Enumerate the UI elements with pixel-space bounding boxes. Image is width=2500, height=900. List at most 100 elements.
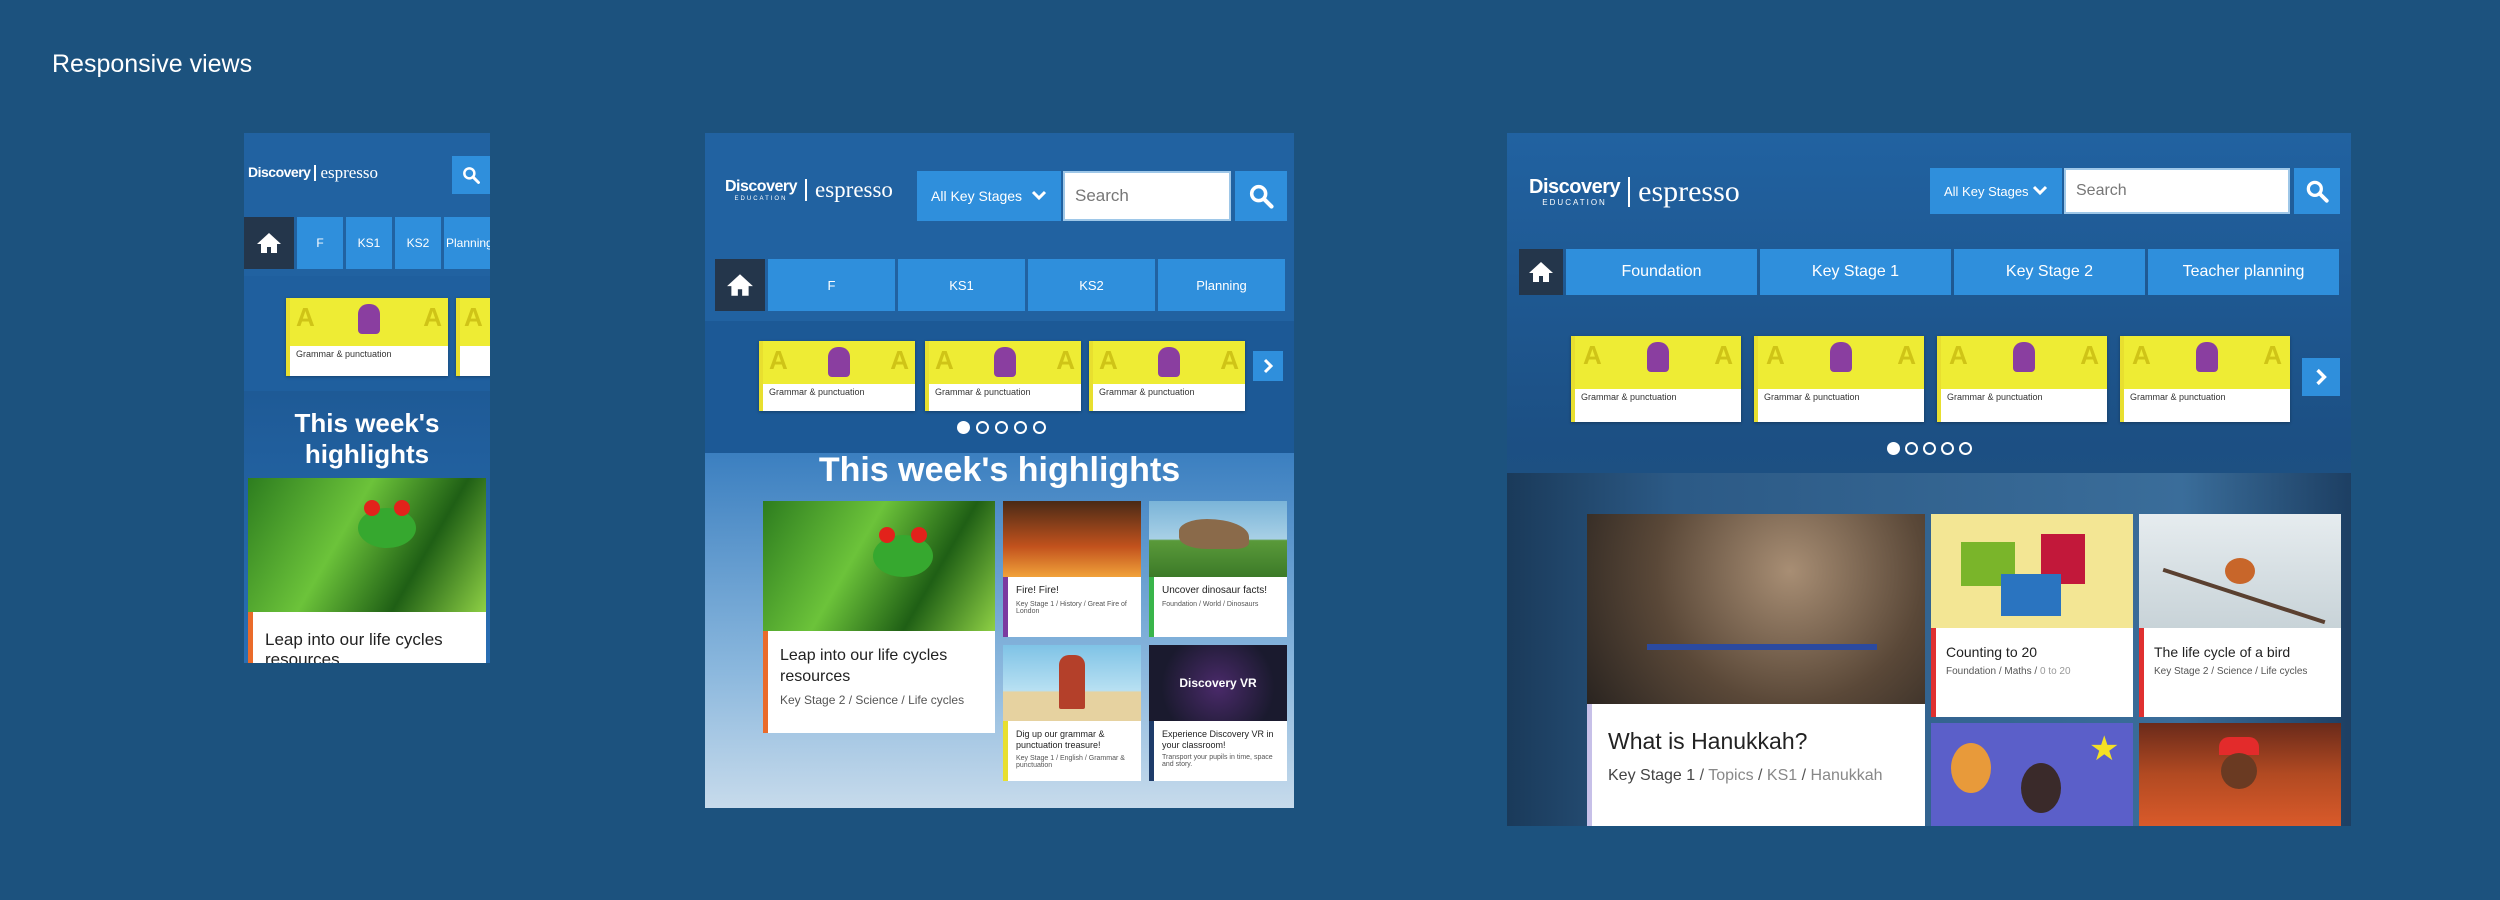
highlight-tile-counting[interactable]: Counting to 20 Foundation / Maths / 0 to… [1931,514,2133,717]
grammar-image [1003,645,1141,721]
search-icon [1249,184,1274,209]
home-icon [727,274,753,296]
nav-item-f[interactable]: F [768,259,895,311]
main-nav: Foundation Key Stage 1 Key Stage 2 Teach… [1519,249,2339,295]
tile-meta: Key Stage 1 / English / Grammar & punctu… [1016,755,1125,769]
dinosaur-image [1149,501,1287,577]
vr-image: Discovery VR [1149,645,1287,721]
highlight-tile-fire[interactable]: Fire! Fire! Key Stage 1 / History / Grea… [1003,501,1141,637]
card-thumbnail: AA [290,298,448,347]
card-label: Grammar & punctuation [1581,392,1677,403]
highlight-tile-vr[interactable]: Discovery VR Experience Discovery VR in … [1149,645,1287,781]
logo-espresso: espresso [320,163,379,182]
frog-image [248,478,486,612]
meta-path: Foundation / Maths / [1946,666,2040,677]
carousel-dots [1887,442,1972,455]
home-button[interactable] [715,259,765,311]
key-stage-select[interactable]: All Key Stages [917,171,1061,221]
carousel-dot[interactable] [995,421,1008,434]
logo-espresso: espresso [1638,175,1740,208]
carousel-card[interactable]: AA Grammar & punctuation [286,298,448,376]
nav-item-key-stage-2[interactable]: Key Stage 2 [1954,249,2145,295]
logo-discovery: Discovery [248,164,311,180]
highlight-tile-kings[interactable]: ★ [1931,723,2133,826]
nav-item-ks1[interactable]: KS1 [346,217,392,269]
meta-topic-link[interactable]: 0 to 20 [2040,666,2071,677]
brand-logo[interactable]: Discovery espresso [248,163,378,183]
carousel-card[interactable]: AA Grammar & punctuation [1571,336,1741,422]
carousel-card[interactable]: AA Grammar & punctuation [1089,341,1245,411]
carousel-card[interactable]: AA Grammar & punctuation [1937,336,2107,422]
search-input[interactable]: Search [2064,168,2290,214]
key-stage-select[interactable]: All Key Stages [1930,168,2062,214]
carousel-card[interactable]: AA Grammar & punctuation [759,341,915,411]
tile-text: Counting to 20 Foundation / Maths / 0 to… [1931,628,2133,717]
highlight-tile-bird[interactable]: The life cycle of a bird Key Stage 2 / S… [2139,514,2341,717]
brand-logo[interactable]: Discovery EDUCATION espresso [725,177,893,203]
home-button[interactable] [244,217,294,269]
nav-item-ks2[interactable]: KS2 [395,217,441,269]
highlight-tile-dinosaur[interactable]: Uncover dinosaur facts! Foundation / Wor… [1149,501,1287,637]
main-nav: F KS1 KS2 Planning [244,217,490,269]
search-button[interactable] [2294,168,2340,214]
brand-logo[interactable]: Discovery EDUCATION espresso [1529,175,1740,209]
highlight-tile-christmas[interactable] [2139,723,2341,826]
meta-topics-link[interactable]: Topics [1708,767,1753,784]
meta-ks1-link[interactable]: KS1 [1767,767,1797,784]
nav-item-ks2[interactable]: KS2 [1028,259,1155,311]
nav-item-foundation[interactable]: Foundation [1566,249,1757,295]
tile-title: Experience Discovery VR in your classroo… [1162,729,1274,750]
card-label: Grammar & punctuation [769,387,865,398]
carousel-dot[interactable] [1959,442,1972,455]
carousel-card[interactable]: AA Grammar & punctuation [925,341,1081,411]
tile-meta: Foundation / Maths / 0 to 20 [1946,666,2123,677]
highlight-tile-frog[interactable]: Leap into our life cycles resources Key … [763,501,995,733]
card-label: Grammar & punctuation [296,349,392,360]
highlight-tile-frog[interactable]: Leap into our life cycles resources [248,478,486,663]
carousel-next-button[interactable] [2302,358,2340,396]
tile-text: Dig up our grammar & punctuation treasur… [1003,721,1141,781]
highlight-tile-hanukkah[interactable]: What is Hanukkah? Key Stage 1 / Topics /… [1587,514,1925,826]
nav-item-f[interactable]: F [297,217,343,269]
highlights-title-line: highlights [304,439,430,469]
nav-item-planning[interactable]: Planning [1158,259,1285,311]
carousel-dot[interactable] [1923,442,1936,455]
highlight-tile-grammar[interactable]: Dig up our grammar & punctuation treasur… [1003,645,1141,781]
carousel-dot[interactable] [1941,442,1954,455]
chevron-right-icon [1263,358,1274,374]
card-label: Grammar & punctuation [1099,387,1195,398]
carousel-dots [957,421,1046,434]
highlights-title: This week's highlights [818,451,1181,489]
meta-hanukkah-link[interactable]: Hanukkah [1811,767,1883,784]
tile-meta: Transport your pupils in time, space and… [1162,754,1273,768]
nav-item-key-stage-1[interactable]: Key Stage 1 [1760,249,1951,295]
tile-text: Experience Discovery VR in your classroo… [1149,721,1287,781]
tile-text: The life cycle of a bird Key Stage 2 / S… [2139,628,2341,717]
carousel-dot[interactable] [976,421,989,434]
carousel-dot[interactable] [1014,421,1027,434]
carousel-dot[interactable] [1905,442,1918,455]
carousel-dot[interactable] [957,421,970,434]
nav-item-teacher-planning[interactable]: Teacher planning [2148,249,2339,295]
star-icon: ★ [2089,730,2120,768]
search-button[interactable] [1235,171,1287,221]
search-input[interactable]: Search [1063,171,1231,221]
carousel-next-button[interactable] [1253,351,1283,381]
home-button[interactable] [1519,249,1563,295]
search-button[interactable] [452,156,490,194]
presents-image [1931,514,2133,628]
tile-text: Uncover dinosaur facts! Foundation / Wor… [1149,577,1287,637]
carousel-card[interactable]: AA Grammar & punctuation [2120,336,2290,422]
carousel-dot[interactable] [1033,421,1046,434]
fire-image [1003,501,1141,577]
nav-item-planning[interactable]: Planning [444,217,490,269]
carousel-card[interactable]: A [456,298,490,376]
meta-key-stage[interactable]: Key Stage 1 [1608,767,1695,784]
desktop-view: Discovery EDUCATION espresso All Key Stag… [1507,133,2351,826]
card-thumbnail: AA [929,341,1081,385]
tile-title: Dig up our grammar & punctuation treasur… [1016,729,1105,750]
carousel-card[interactable]: AA Grammar & punctuation [1754,336,1924,422]
meta-separator: / [1753,767,1767,784]
nav-item-ks1[interactable]: KS1 [898,259,1025,311]
carousel-dot[interactable] [1887,442,1900,455]
